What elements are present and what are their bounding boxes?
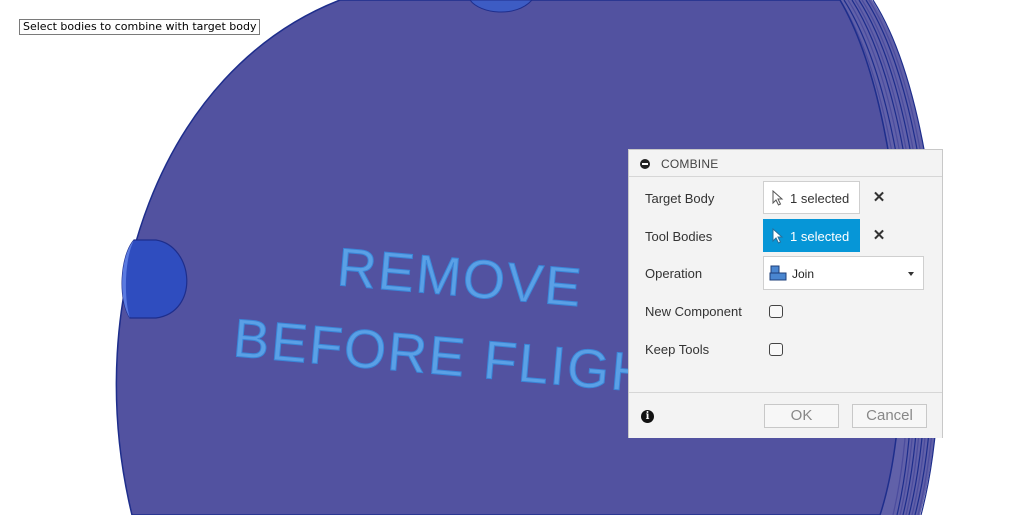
tool-bodies-value: 1 selected xyxy=(790,229,850,244)
ok-button[interactable]: OK xyxy=(764,404,839,428)
keep-tools-checkbox[interactable] xyxy=(769,343,783,356)
cancel-button[interactable]: Cancel xyxy=(852,404,927,428)
selection-tooltip: Select bodies to combine with target bod… xyxy=(19,19,261,35)
join-icon xyxy=(769,265,787,281)
minus-circle-icon[interactable] xyxy=(640,159,650,169)
tool-bodies-selector[interactable]: 1 selected xyxy=(763,219,860,252)
cursor-arrow-icon xyxy=(772,228,784,244)
operation-dropdown[interactable]: Join xyxy=(763,256,924,290)
chevron-down-icon xyxy=(908,272,914,276)
dialog-footer: i OK Cancel xyxy=(629,392,942,438)
new-component-label: New Component xyxy=(645,304,742,319)
left-hole xyxy=(121,239,188,319)
clear-tools-icon[interactable]: ✕ xyxy=(872,228,886,243)
keep-tools-label: Keep Tools xyxy=(645,342,710,357)
dialog-title: COMBINE xyxy=(661,157,719,171)
clear-target-icon[interactable]: ✕ xyxy=(872,190,886,205)
target-body-selector[interactable]: 1 selected xyxy=(763,181,860,214)
dialog-header[interactable]: COMBINE xyxy=(629,150,942,177)
operation-label: Operation xyxy=(645,266,703,281)
cursor-arrow-icon xyxy=(772,190,784,206)
combine-dialog: COMBINE Target Body 1 selected ✕ Tool Bo… xyxy=(628,149,943,438)
target-body-label: Target Body xyxy=(645,191,715,206)
tool-bodies-label: Tool Bodies xyxy=(645,229,713,244)
info-icon[interactable]: i xyxy=(641,410,654,423)
target-body-value: 1 selected xyxy=(790,191,850,206)
new-component-checkbox[interactable] xyxy=(769,305,783,318)
operation-value: Join xyxy=(792,267,815,281)
